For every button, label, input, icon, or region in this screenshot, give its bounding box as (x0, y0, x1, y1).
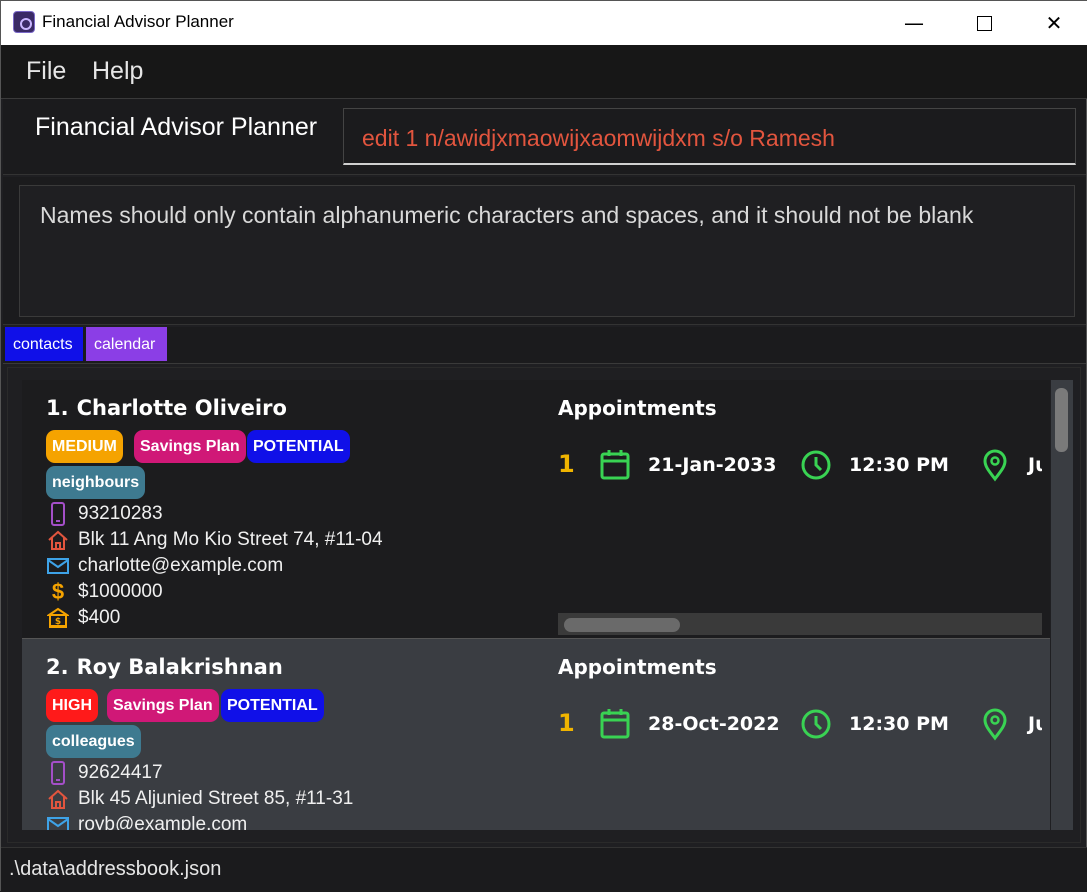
email-row: royb@example.com (46, 812, 247, 830)
command-input[interactable]: edit 1 n/awidjxmaowijxaomwijdxm s/o Rame… (343, 108, 1076, 165)
monthly-row: $ $400 (46, 605, 120, 631)
menu-help[interactable]: Help (92, 57, 143, 86)
save-file-path: .\data\addressbook.json (9, 858, 222, 880)
appointment-date: 28-Oct-2022 (648, 713, 780, 735)
clock-icon (801, 709, 831, 739)
location-pin-icon (983, 708, 1007, 741)
appointment-location: Jurong (1028, 713, 1042, 735)
command-input-value: edit 1 n/awidjxmaowijxaomwijdxm s/o Rame… (362, 125, 835, 151)
address-text: Blk 11 Ang Mo Kio Street 74, #11-04 (78, 529, 383, 550)
appointment-location: Jurong (1028, 454, 1042, 476)
appointments-title: Appointments (558, 396, 717, 420)
calendar-icon (600, 709, 630, 739)
menu-bar: File Help (1, 45, 1087, 99)
person-name-text: Roy Balakrishnan (76, 655, 283, 679)
appointment-row: 1 21-Jan-2033 12:30 PM Jurong (558, 446, 1042, 486)
phone-text: 92624417 (78, 762, 163, 783)
address-row: Blk 11 Ang Mo Kio Street 74, #11-04 (46, 527, 383, 553)
email-text: charlotte@example.com (78, 555, 284, 576)
person-card[interactable]: 2. Roy Balakrishnan HIGH Savings Plan POT… (22, 638, 1050, 830)
person-list-vscrollbar[interactable] (1051, 380, 1073, 830)
phone-row: 93210283 (46, 501, 163, 527)
location-pin-icon (983, 449, 1007, 482)
group-tag: colleagues (46, 725, 141, 758)
appointments-hscrollbar[interactable] (558, 613, 1042, 635)
appointment-date: 21-Jan-2033 (648, 454, 777, 476)
status-bar: .\data\addressbook.json (1, 847, 1087, 892)
plan-tag: Savings Plan (107, 689, 219, 722)
person-list-viewport: 1. Charlotte Oliveiro MEDIUM Savings Plan… (22, 380, 1050, 830)
result-message: Names should only contain alphanumeric c… (40, 202, 974, 228)
scrollbar-thumb[interactable] (1055, 388, 1068, 452)
address-text: Blk 45 Aljunied Street 85, #11-31 (78, 788, 354, 809)
person-name: 1. Charlotte Oliveiro (46, 396, 287, 420)
priority-tag: MEDIUM (46, 430, 123, 463)
plan-tag: Savings Plan (134, 430, 246, 463)
phone-text: 93210283 (78, 503, 163, 524)
email-icon (46, 813, 70, 830)
result-display[interactable]: Names should only contain alphanumeric c… (19, 185, 1075, 317)
menu-file[interactable]: File (26, 57, 66, 86)
maximize-icon (976, 15, 992, 31)
tab-calendar[interactable]: calendar (86, 327, 167, 361)
result-section: Names should only contain alphanumeric c… (3, 177, 1086, 325)
close-icon: ✕ (1045, 11, 1063, 35)
tab-contacts[interactable]: contacts (5, 327, 83, 361)
phone-row: 92624417 (46, 760, 163, 786)
minimize-icon: — (904, 11, 924, 35)
person-card[interactable]: 1. Charlotte Oliveiro MEDIUM Savings Plan… (22, 380, 1050, 638)
app-window: Financial Advisor Planner — ✕ File Help … (0, 0, 1087, 892)
command-label: Financial Advisor Planner (35, 113, 318, 141)
email-row: charlotte@example.com (46, 553, 283, 579)
address-row: Blk 45 Aljunied Street 85, #11-31 (46, 786, 353, 812)
phone-icon (46, 761, 70, 785)
email-icon (46, 554, 70, 578)
person-list[interactable]: 1. Charlotte Oliveiro MEDIUM Savings Plan… (7, 367, 1081, 843)
tab-bar: contacts calendar (3, 327, 1086, 364)
dollar-icon: $ (51, 579, 65, 604)
appointment-index: 1 (558, 450, 575, 478)
appointment-time: 12:30 PM (849, 454, 949, 476)
title-bar: Financial Advisor Planner — ✕ (1, 1, 1087, 45)
bank-icon: $ (46, 606, 70, 630)
person-index: 2. (46, 655, 69, 679)
home-icon (46, 787, 70, 811)
close-button[interactable]: ✕ (1019, 1, 1087, 45)
minimize-button[interactable]: — (879, 1, 949, 45)
appointments-title: Appointments (558, 655, 717, 679)
window-title: Financial Advisor Planner (42, 12, 234, 31)
income-row: $ $1000000 (46, 579, 163, 605)
svg-text:$: $ (55, 617, 61, 627)
status-tag: POTENTIAL (221, 689, 324, 722)
command-section: Financial Advisor Planner edit 1 n/awidj… (3, 99, 1086, 175)
phone-icon (46, 502, 70, 526)
scrollbar-thumb[interactable] (564, 618, 680, 632)
maximize-button[interactable] (949, 1, 1019, 45)
appointment-time: 12:30 PM (849, 713, 949, 735)
group-tag: neighbours (46, 466, 146, 499)
appointment-index: 1 (558, 709, 575, 737)
appointment-row: 1 28-Oct-2022 12:30 PM Jurong (558, 705, 1042, 745)
clock-icon (801, 450, 831, 480)
priority-tag: HIGH (46, 689, 98, 722)
app-icon (13, 11, 35, 33)
person-name-text: Charlotte Oliveiro (76, 396, 287, 420)
status-tag: POTENTIAL (247, 430, 350, 463)
person-index: 1. (46, 396, 69, 420)
income-text: $1000000 (78, 581, 163, 602)
email-text: royb@example.com (78, 814, 248, 830)
person-name: 2. Roy Balakrishnan (46, 655, 283, 679)
calendar-icon (600, 450, 630, 480)
monthly-text: $400 (78, 607, 121, 628)
home-icon (46, 528, 70, 552)
